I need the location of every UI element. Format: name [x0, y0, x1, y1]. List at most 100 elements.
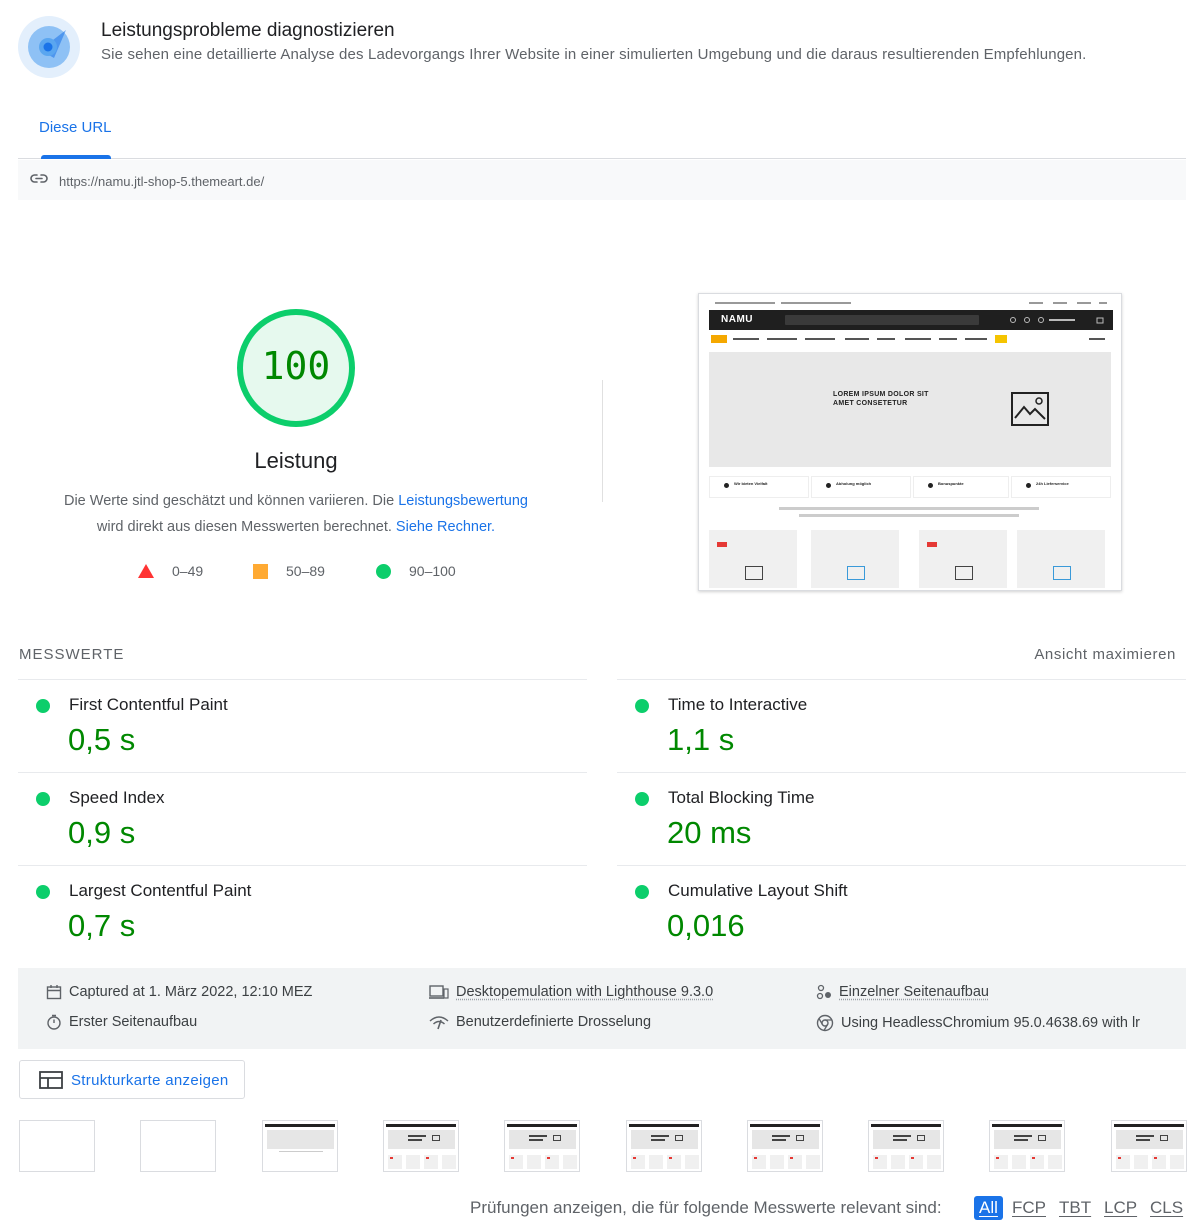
env-device-text[interactable]: Desktopemulation with Lighthouse 9.3.0 — [456, 984, 713, 1000]
screenshot-product-card-4 — [1017, 530, 1105, 588]
screenshot-feature-1: Wir bieten Vielfalt — [709, 476, 809, 498]
pass-circle-icon — [376, 563, 391, 579]
view-treemap-label[interactable]: Strukturkarte anzeigen — [71, 1072, 229, 1089]
link-icon — [30, 174, 48, 183]
chrome-icon — [816, 1014, 834, 1032]
pass-circle-icon — [635, 699, 649, 713]
metric-lcp: Largest Contentful Paint 0,7 s — [18, 865, 587, 958]
filter-chip-lcp[interactable]: LCP — [1104, 1198, 1137, 1218]
audit-filter-label: Prüfungen anzeigen, die für folgende Mes… — [470, 1198, 942, 1217]
filmstrip-frame — [140, 1120, 217, 1172]
metric-name: Time to Interactive — [668, 695, 808, 714]
performance-score-value: 100 — [261, 344, 331, 388]
calendar-icon — [46, 985, 62, 1000]
metric-name: Largest Contentful Paint — [69, 881, 252, 900]
pass-circle-icon — [635, 885, 649, 899]
lighthouse-gauge-icon — [18, 16, 80, 78]
metric-value: 20 ms — [667, 815, 752, 850]
average-square-icon — [253, 563, 268, 579]
screenshot-product-card-2 — [811, 530, 899, 588]
page-title: Leistungsprobleme diagnostizieren — [101, 20, 395, 41]
screenshot-nav-icons — [1010, 317, 1104, 324]
metric-tti: Time to Interactive 1,1 s — [617, 679, 1186, 772]
env-session-text[interactable]: Einzelner Seitenaufbau — [839, 984, 989, 1000]
env-device[interactable]: Desktopemulation with Lighthouse 9.3.0 — [429, 984, 713, 1000]
filmstrip-frame — [868, 1120, 945, 1172]
network-throttling-icon — [429, 1016, 449, 1030]
env-throttling[interactable]: Benutzerdefinierte Drosselung — [429, 1014, 651, 1030]
url-bar: https://namu.jtl-shop-5.themeart.de/ — [18, 160, 1186, 200]
env-captured-text: Captured at 1. März 2022, 12:10 MEZ — [69, 984, 313, 1000]
env-throttling-text[interactable]: Benutzerdefinierte Drosselung — [456, 1014, 651, 1030]
metrics-header: MESSWERTE Ansicht maximieren — [18, 646, 1186, 666]
tab-this-url[interactable]: Diese URL — [39, 119, 112, 136]
page-description: Sie sehen eine detaillierte Analyse des … — [101, 46, 1087, 63]
env-browser[interactable]: Using HeadlessChromium 95.0.4638.69 with… — [816, 1014, 1140, 1032]
metric-speed-index: Speed Index 0,9 s — [18, 772, 587, 865]
metric-fcp: First Contentful Paint 0,5 s — [18, 679, 587, 772]
filter-chip-fcp[interactable]: FCP — [1012, 1198, 1046, 1218]
env-session[interactable]: Einzelner Seitenaufbau — [816, 984, 989, 1000]
score-description-text-1: Die Werte sind geschätzt und können vari… — [63, 493, 399, 509]
screenshot-product-card-3 — [919, 530, 1007, 588]
score-description: Die Werte sind geschätzt und können vari… — [30, 488, 562, 540]
performance-score-label: Leistung — [254, 448, 338, 473]
screenshot-text-line-2 — [799, 514, 1019, 517]
screenshot-menu — [709, 334, 1113, 344]
screenshot-hero: LOREM IPSUM DOLOR SIT AMET CONSETETUR — [709, 352, 1111, 467]
metric-cls: Cumulative Layout Shift 0,016 — [617, 865, 1186, 958]
pass-circle-icon — [36, 699, 50, 713]
calculator-link[interactable]: Siehe Rechner. — [396, 519, 495, 535]
metric-value: 0,016 — [667, 908, 745, 943]
metric-tbt: Total Blocking Time 20 ms — [617, 772, 1186, 865]
metric-value: 0,5 s — [68, 722, 136, 757]
metric-value: 1,1 s — [667, 722, 735, 757]
filmstrip-frame — [382, 1120, 459, 1172]
treemap-icon — [39, 1071, 63, 1089]
screenshot-text-line-1 — [779, 507, 1039, 510]
filter-chip-tbt[interactable]: TBT — [1059, 1198, 1091, 1218]
env-browser-text[interactable]: Using HeadlessChromium 95.0.4638.69 with… — [841, 1015, 1140, 1031]
env-load-type: Erster Seitenaufbau — [46, 1014, 197, 1030]
filmstrip-frame — [504, 1120, 581, 1172]
tab-active-indicator — [41, 155, 111, 159]
score-legend: 0–49 50–89 90–100 — [138, 563, 478, 581]
filter-chip-cls[interactable]: CLS — [1150, 1198, 1183, 1218]
pass-circle-icon — [36, 792, 50, 806]
metric-value: 0,7 s — [68, 908, 136, 943]
final-screenshot[interactable]: NAMU LOREM IPSUM DOLOR SIT AMET CONSETET… — [698, 293, 1122, 591]
screenshot-topbar — [709, 300, 1109, 306]
tab-bar: Diese URL — [18, 100, 1186, 159]
view-treemap-button[interactable]: Strukturkarte anzeigen — [19, 1060, 245, 1099]
session-icon — [816, 984, 831, 1000]
vertical-divider — [602, 380, 603, 502]
score-description-text-2: wird direkt aus diesen Messwerten berech… — [96, 519, 396, 535]
screenshot-feature-1-label: Wir bieten Vielfalt — [734, 481, 768, 486]
metric-value: 0,9 s — [68, 815, 136, 850]
filter-chip-all[interactable]: All — [974, 1196, 1003, 1220]
metric-name: Cumulative Layout Shift — [668, 881, 848, 900]
screenshot-product-card-1 — [709, 530, 797, 588]
metric-name: First Contentful Paint — [69, 695, 228, 714]
legend-range-average: 50–89 — [286, 563, 325, 579]
filmstrip-frame — [989, 1120, 1066, 1172]
legend-range-pass: 90–100 — [409, 563, 456, 579]
screenshot-feature-3: Bonuspunkte — [913, 476, 1009, 498]
legend-item-pass: 90–100 — [376, 563, 456, 579]
expand-view-toggle[interactable]: Ansicht maximieren — [1034, 646, 1176, 663]
desktop-icon — [429, 985, 449, 999]
pass-circle-icon — [635, 792, 649, 806]
screenshot-logo: NAMU — [721, 314, 753, 325]
filmstrip-frame — [625, 1120, 702, 1172]
env-captured: Captured at 1. März 2022, 12:10 MEZ — [46, 984, 312, 1000]
screenshot-feature-4: 24h Lieferservice — [1011, 476, 1111, 498]
scoring-link[interactable]: Leistungsbewertung — [398, 493, 528, 509]
pass-circle-icon — [36, 885, 50, 899]
timer-icon — [47, 1014, 61, 1030]
hero-image-placeholder-icon — [1011, 392, 1049, 426]
metrics-title: MESSWERTE — [19, 646, 125, 663]
metric-name: Total Blocking Time — [668, 788, 815, 807]
metric-name: Speed Index — [69, 788, 165, 807]
screenshot-search — [785, 315, 979, 325]
screenshot-feature-2-label: Abholung möglich — [836, 481, 872, 486]
